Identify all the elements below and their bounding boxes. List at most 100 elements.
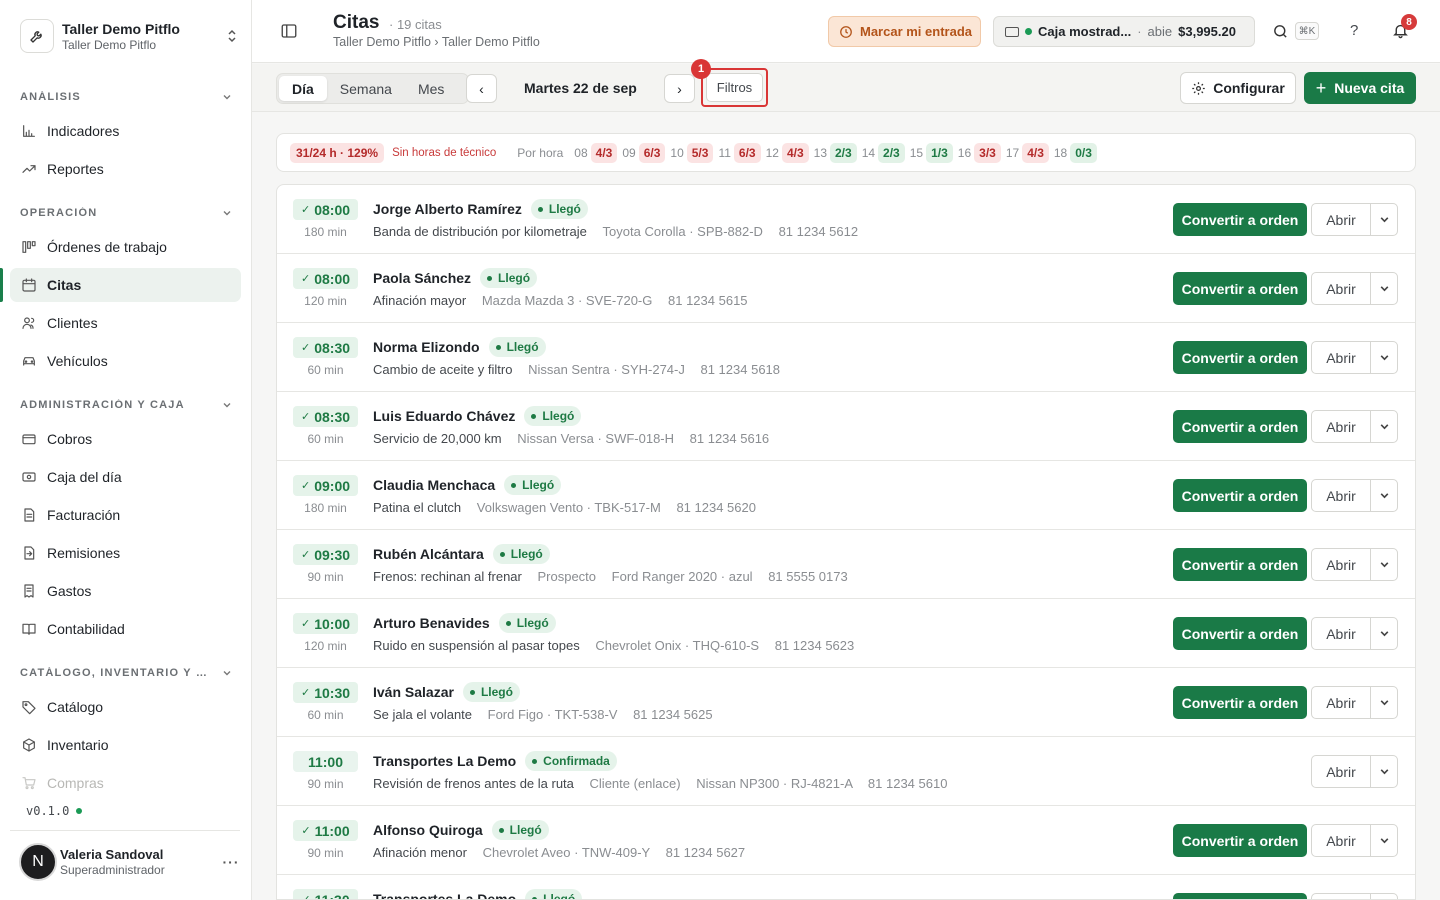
sidebar-item-caja-del-d-a[interactable]: Caja del día: [10, 460, 241, 494]
section-title: ADMINISTRACIÓN Y CAJA: [20, 399, 185, 411]
sidebar-item-cobros[interactable]: Cobros: [10, 422, 241, 456]
chevron-down-icon[interactable]: [1371, 204, 1397, 235]
appointment-row[interactable]: ✓11:30 Transportes La Demo Llegó Convert…: [277, 875, 1415, 899]
chevron-down-icon[interactable]: [1371, 756, 1397, 787]
service-description: Ruido en suspensión al pasar topes: [373, 638, 580, 653]
chevron-down-icon[interactable]: [1371, 618, 1397, 649]
convert-to-order-button[interactable]: Convertir a orden: [1173, 548, 1307, 581]
new-appointment-button[interactable]: + Nueva cita: [1304, 72, 1416, 104]
phone-number: 81 1234 5615: [668, 293, 748, 308]
customer-name-label: Transportes La Demo: [373, 753, 517, 769]
open-button[interactable]: Abrir: [1312, 825, 1371, 856]
chevron-down-icon[interactable]: [1371, 480, 1397, 511]
active-indicator: [0, 268, 3, 302]
filters-highlight: Filtros: [701, 68, 768, 107]
vehicle-info: Nissan Versa · SWF-018-H: [517, 431, 675, 446]
user-menu[interactable]: N Valeria Sandoval Superadministrador ··…: [19, 843, 241, 881]
sidebar-toggle-icon[interactable]: [280, 22, 300, 42]
chevron-down-icon[interactable]: [1371, 894, 1397, 899]
convert-to-order-button[interactable]: Convertir a orden: [1173, 341, 1307, 374]
tag-icon: [20, 699, 37, 716]
open-button[interactable]: Abrir: [1312, 756, 1371, 787]
more-icon[interactable]: ···: [221, 854, 241, 870]
appointment-row[interactable]: ✓ 09:00 180 min Claudia Menchaca Llegó Pa…: [277, 461, 1415, 530]
sidebar-item-inventario[interactable]: Inventario: [10, 728, 241, 762]
appointment-row[interactable]: ✓ 09:30 90 min Rubén Alcántara Llegó Fren…: [277, 530, 1415, 599]
appointment-row[interactable]: ✓ 08:30 60 min Luis Eduardo Chávez Llegó …: [277, 392, 1415, 461]
open-button[interactable]: Abrir: [1312, 411, 1371, 442]
sidebar-section-header[interactable]: CATÁLOGO, INVENTARIO Y CO...: [20, 665, 232, 681]
chevron-down-icon[interactable]: [1371, 411, 1397, 442]
chevron-down-icon[interactable]: [1371, 342, 1397, 373]
hour-label: 11: [718, 145, 731, 160]
open-button[interactable]: Abrir: [1312, 480, 1371, 511]
open-button[interactable]: Abrir: [1312, 204, 1371, 235]
cash-register-selector[interactable]: Caja mostrad... · abie $3,995.20: [993, 16, 1255, 47]
open-button[interactable]: Abrir: [1312, 894, 1371, 899]
customer-name: Paola Sánchez Llegó: [373, 268, 538, 288]
convert-to-order-button[interactable]: Convertir a orden: [1173, 203, 1307, 236]
open-button[interactable]: Abrir: [1312, 687, 1371, 718]
convert-to-order-button[interactable]: Convertir a orden: [1173, 272, 1307, 305]
sidebar-section-header[interactable]: OPERACIÓN: [20, 205, 232, 221]
view-month-tab[interactable]: Mes: [405, 76, 457, 101]
open-button[interactable]: Abrir: [1312, 273, 1371, 304]
appointment-row[interactable]: ✓ 08:30 60 min Norma Elizondo Llegó Cambi…: [277, 323, 1415, 392]
status-label: Llegó: [506, 340, 539, 354]
open-button[interactable]: Abrir: [1312, 618, 1371, 649]
sidebar-item-facturaci-n[interactable]: Facturación: [10, 498, 241, 532]
convert-to-order-button[interactable]: Convertir a orden: [1173, 479, 1307, 512]
chevron-down-icon[interactable]: [1371, 687, 1397, 718]
time-label: 08:00: [314, 201, 351, 218]
prev-day-button[interactable]: ‹: [466, 74, 497, 103]
sidebar-item-citas[interactable]: Citas: [10, 268, 241, 302]
appointment-row[interactable]: ✓ 11:00 90 min Alfonso Quiroga Llegó Afin…: [277, 806, 1415, 875]
appointment-time: ✓ 10:00: [293, 613, 358, 634]
appointment-row[interactable]: ✓ 08:00 180 min Jorge Alberto Ramírez Lle…: [277, 185, 1415, 254]
convert-to-order-button[interactable]: Convertir a orden: [1173, 410, 1307, 443]
workspace-switcher[interactable]: Taller Demo Pitflo Taller Demo Pitflo: [20, 17, 240, 55]
filters-button[interactable]: Filtros: [706, 73, 763, 102]
sidebar-item-contabilidad[interactable]: Contabilidad: [10, 612, 241, 646]
hour-label: 16: [957, 145, 972, 160]
configure-button[interactable]: Configurar: [1180, 72, 1296, 104]
convert-to-order-button[interactable]: Convertir a orden: [1173, 893, 1307, 899]
chevron-down-icon[interactable]: [1371, 273, 1397, 304]
sidebar-item-compras[interactable]: Compras: [10, 766, 241, 800]
help-button[interactable]: ?: [1350, 22, 1358, 39]
open-button[interactable]: Abrir: [1312, 342, 1371, 373]
open-button[interactable]: Abrir: [1312, 549, 1371, 580]
phone-number: 81 1234 5618: [700, 362, 781, 377]
search-icon[interactable]: [1272, 23, 1290, 41]
convert-to-order-button[interactable]: Convertir a orden: [1173, 617, 1307, 650]
sidebar-item-gastos[interactable]: Gastos: [10, 574, 241, 608]
sidebar-item-remisiones[interactable]: Remisiones: [10, 536, 241, 570]
chevron-down-icon[interactable]: [1371, 825, 1397, 856]
sidebar-section-header[interactable]: ANÁLISIS: [20, 89, 232, 105]
sidebar-item--rdenes-de-trabajo[interactable]: Órdenes de trabajo: [10, 230, 241, 264]
sidebar-item-label: Órdenes de trabajo: [47, 239, 167, 255]
convert-to-order-button[interactable]: Convertir a orden: [1173, 686, 1307, 719]
sidebar-item-indicadores[interactable]: Indicadores: [10, 114, 241, 148]
chevron-down-icon: [223, 211, 231, 216]
convert-to-order-button[interactable]: Convertir a orden: [1173, 824, 1307, 857]
hour-label: 14: [861, 145, 876, 160]
next-day-button[interactable]: ›: [664, 74, 695, 103]
appointment-row[interactable]: 11:00 90 min Transportes La Demo Confirm…: [277, 737, 1415, 806]
appointment-row[interactable]: ✓ 08:00 120 min Paola Sánchez Llegó Afina…: [277, 254, 1415, 323]
appointment-row[interactable]: ✓ 10:30 60 min Iván Salazar Llegó Se jala…: [277, 668, 1415, 737]
chevron-down-icon[interactable]: [1371, 549, 1397, 580]
sidebar-item-label: Gastos: [47, 583, 92, 599]
appointment-row[interactable]: ✓ 10:00 120 min Arturo Benavides Llegó Ru…: [277, 599, 1415, 668]
sidebar-item-reportes[interactable]: Reportes: [10, 152, 241, 186]
sidebar-item-cat-logo[interactable]: Catálogo: [10, 690, 241, 724]
service-description: Frenos: rechinan al frenar: [373, 569, 522, 584]
sidebar-item-veh-culos[interactable]: Vehículos: [10, 344, 241, 378]
sidebar-item-label: Citas: [47, 277, 82, 293]
sidebar-item-clientes[interactable]: Clientes: [10, 306, 241, 340]
current-date: Martes 22 de sep: [524, 80, 637, 96]
view-day-tab[interactable]: Día: [279, 76, 327, 101]
sidebar-section-header[interactable]: ADMINISTRACIÓN Y CAJA: [20, 397, 232, 413]
clock-in-button[interactable]: Marcar mi entrada: [828, 16, 981, 47]
view-week-tab[interactable]: Semana: [327, 76, 405, 101]
